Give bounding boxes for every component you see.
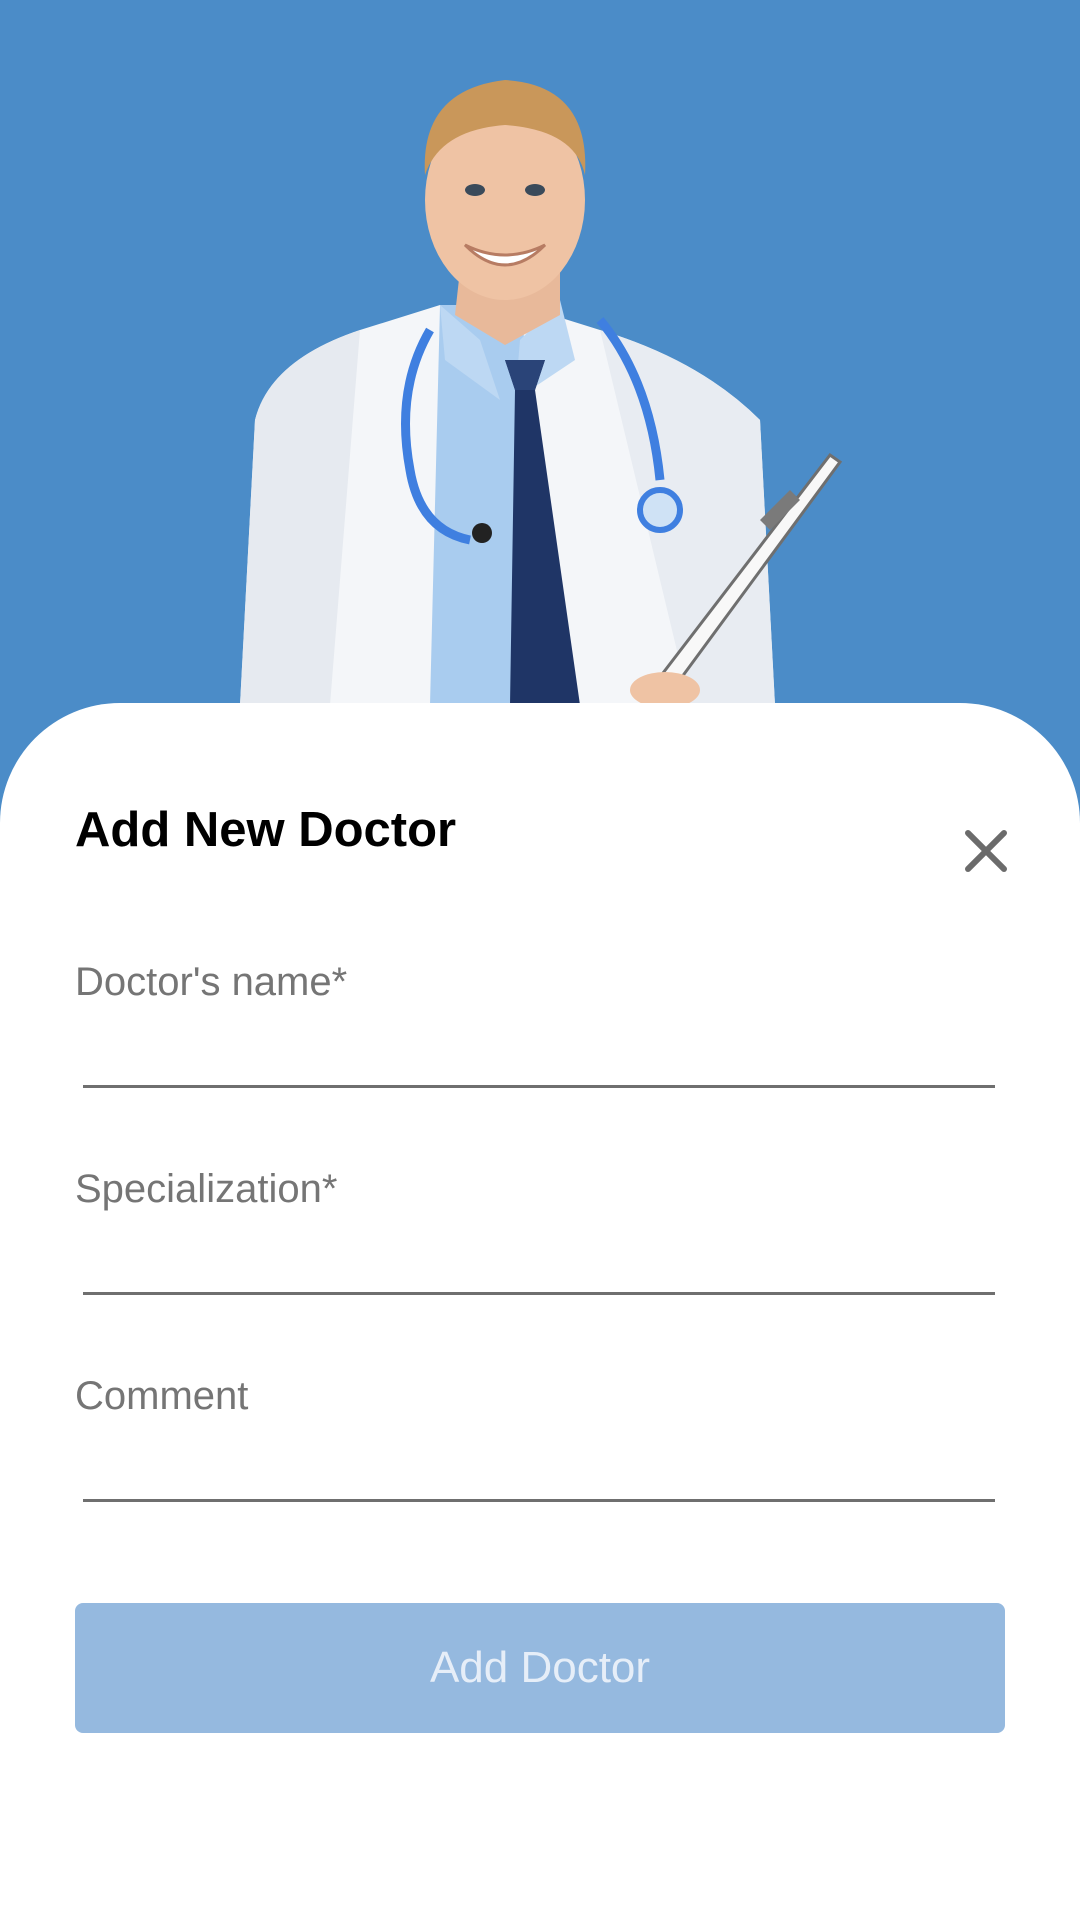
specialization-label: Specialization* xyxy=(75,1167,338,1211)
specialization-input[interactable] xyxy=(83,1225,995,1295)
close-button[interactable] xyxy=(955,820,1017,882)
close-icon xyxy=(965,830,1007,872)
hero-image xyxy=(0,0,1080,720)
comment-label: Comment xyxy=(75,1374,249,1418)
doctor-name-label: Doctor's name* xyxy=(75,960,348,1004)
add-doctor-sheet xyxy=(0,703,1080,1920)
dialog-title: Add New Doctor xyxy=(75,803,457,857)
doctor-name-input[interactable] xyxy=(83,1018,995,1088)
comment-input[interactable] xyxy=(83,1432,995,1502)
doctor-illustration xyxy=(240,80,843,708)
add-doctor-button[interactable]: Add Doctor xyxy=(75,1603,1005,1733)
screen: Add New Doctor Doctor's name* Specializa… xyxy=(0,0,1080,1920)
